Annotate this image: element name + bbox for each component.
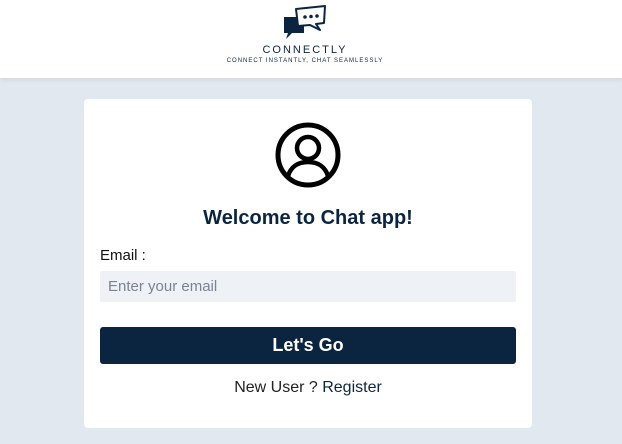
- lets-go-button[interactable]: Let's Go: [100, 327, 516, 364]
- new-user-text: New User ?: [234, 379, 318, 396]
- login-card: Welcome to Chat app! Email : Let's Go Ne…: [84, 99, 532, 428]
- brand-tagline: CONNECT INSTANTLY, CHAT SEAMLESSLY: [226, 58, 384, 64]
- brand-name: CONNECTLY: [262, 44, 348, 56]
- app-header: CONNECTLY CONNECT INSTANTLY, CHAT SEAMLE…: [0, 0, 622, 78]
- chat-bubbles-icon: [284, 5, 326, 39]
- email-field[interactable]: [100, 271, 516, 302]
- welcome-title: Welcome to Chat app!: [203, 207, 413, 229]
- email-label: Email :: [100, 247, 146, 264]
- register-prompt: New User ? Register: [84, 379, 532, 397]
- user-circle-icon: [275, 122, 341, 188]
- register-link[interactable]: Register: [322, 379, 382, 396]
